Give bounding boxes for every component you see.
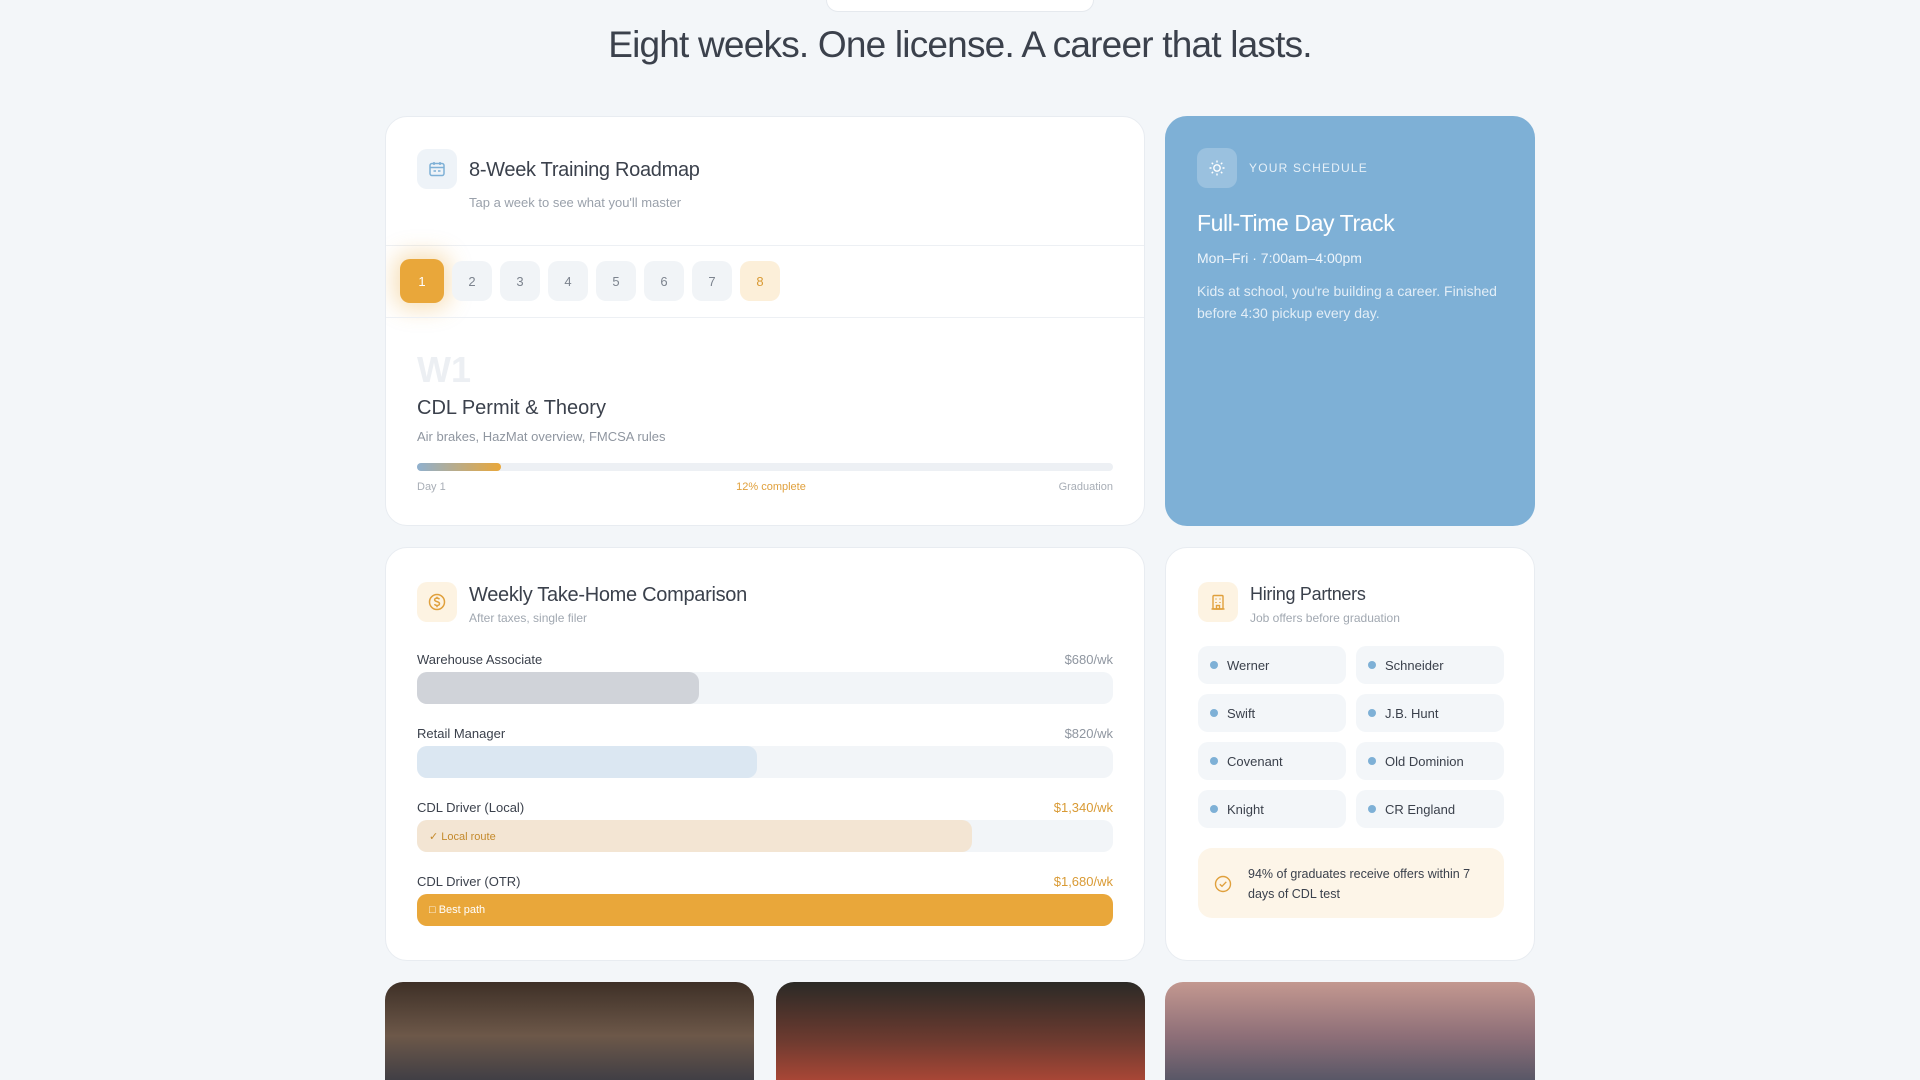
- local-route-tag: ✓ Local route: [429, 830, 496, 843]
- week-selector: 1 2 3 4 5 6 7 8: [400, 259, 780, 303]
- week-2-button[interactable]: 2: [452, 261, 492, 301]
- partner-name: Werner: [1227, 657, 1270, 673]
- schedule-card: YOUR SCHEDULE Full-Time Day Track Mon–Fr…: [1165, 116, 1535, 526]
- partner-chip[interactable]: Werner: [1198, 646, 1346, 684]
- pay-row-name: Warehouse Associate: [417, 652, 543, 667]
- week-description: Air brakes, HazMat overview, FMCSA rules: [417, 429, 666, 444]
- landscape-photo: [1165, 982, 1535, 1080]
- partner-name: Swift: [1227, 705, 1256, 721]
- divider: [386, 245, 1144, 246]
- partner-name: Knight: [1227, 801, 1264, 817]
- partner-name: Old Dominion: [1385, 753, 1464, 769]
- pay-bar: [417, 672, 699, 704]
- roadmap-title: 8-Week Training Roadmap: [469, 159, 700, 181]
- week-3-button[interactable]: 3: [500, 261, 540, 301]
- graduate-photo: [385, 982, 754, 1080]
- sun-icon: [1197, 148, 1237, 188]
- calendar-icon: [417, 149, 457, 189]
- pay-row-name: Retail Manager: [417, 726, 506, 741]
- week-6-button[interactable]: 6: [644, 261, 684, 301]
- pay-row-amount: $1,680/wk: [1053, 874, 1113, 889]
- building-icon: [1198, 582, 1238, 622]
- dot-icon: [1368, 805, 1376, 813]
- partners-title: Hiring Partners: [1250, 584, 1366, 604]
- partner-name: Covenant: [1227, 753, 1283, 769]
- week-8-button[interactable]: 8: [740, 261, 780, 301]
- pay-row-amount: $680/wk: [1064, 652, 1113, 667]
- partners-subtitle: Job offers before graduation: [1250, 611, 1400, 625]
- schedule-kicker: YOUR SCHEDULE: [1249, 161, 1368, 175]
- pay-bar-track: □ Best path: [417, 894, 1113, 926]
- partner-name: Schneider: [1385, 657, 1444, 673]
- progress-percent-label: 12% complete: [736, 481, 806, 493]
- check-circle-icon: [1214, 875, 1232, 898]
- offer-stat-box: 94% of graduates receive offers within 7…: [1198, 848, 1504, 918]
- partner-chip[interactable]: Schneider: [1356, 646, 1504, 684]
- schedule-title: Full-Time Day Track: [1197, 210, 1395, 236]
- progress-fill: [417, 463, 501, 471]
- pay-row-name: CDL Driver (OTR): [417, 874, 521, 889]
- dot-icon: [1368, 709, 1376, 717]
- partner-chip[interactable]: Knight: [1198, 790, 1346, 828]
- roadmap-subtitle: Tap a week to see what you'll master: [469, 195, 682, 210]
- dot-icon: [1210, 805, 1218, 813]
- pay-bar: ✓ Local route: [417, 820, 973, 852]
- pay-row-warehouse: Warehouse Associate $680/wk: [417, 652, 1113, 712]
- pay-row-name: CDL Driver (Local): [417, 800, 525, 815]
- hiring-partners-card: Hiring Partners Job offers before gradua…: [1165, 547, 1535, 961]
- pay-subtitle: After taxes, single filer: [469, 611, 588, 625]
- dollar-icon: [417, 582, 457, 622]
- best-path-tag: □ Best path: [429, 904, 486, 916]
- pay-bar-track: [417, 746, 1113, 778]
- pay-bar: [417, 746, 757, 778]
- progress-end-label: Graduation: [1058, 481, 1113, 493]
- divider: [386, 317, 1144, 318]
- pay-row-retail: Retail Manager $820/wk: [417, 726, 1113, 786]
- pay-row-cdl-otr: CDL Driver (OTR) $1,680/wk □ Best path: [417, 874, 1113, 934]
- dot-icon: [1210, 661, 1218, 669]
- schedule-time: Mon–Fri · 7:00am–4:00pm: [1197, 250, 1362, 266]
- dot-icon: [1368, 757, 1376, 765]
- pay-bar-track: ✓ Local route: [417, 820, 1113, 852]
- schedule-description: Kids at school, you're building a career…: [1197, 283, 1497, 321]
- pay-row-cdl-local: CDL Driver (Local) $1,340/wk ✓ Local rou…: [417, 800, 1113, 860]
- pay-title: Weekly Take-Home Comparison: [469, 584, 747, 606]
- pay-row-amount: $1,340/wk: [1053, 800, 1113, 815]
- dot-icon: [1210, 757, 1218, 765]
- partner-name: J.B. Hunt: [1385, 705, 1439, 721]
- pay-bar-track: [417, 672, 1113, 704]
- week-1-button[interactable]: 1: [400, 259, 444, 303]
- partner-chip[interactable]: Swift: [1198, 694, 1346, 732]
- pay-comparison-card: Weekly Take-Home Comparison After taxes,…: [385, 547, 1145, 961]
- dot-icon: [1210, 709, 1218, 717]
- truck-photo: [776, 982, 1145, 1080]
- week-7-button[interactable]: 7: [692, 261, 732, 301]
- top-tab[interactable]: [826, 0, 1094, 12]
- partner-chip[interactable]: Covenant: [1198, 742, 1346, 780]
- partner-chip[interactable]: Old Dominion: [1356, 742, 1504, 780]
- week-5-button[interactable]: 5: [596, 261, 636, 301]
- week-4-button[interactable]: 4: [548, 261, 588, 301]
- partner-name: CR England: [1385, 801, 1456, 817]
- partner-chip[interactable]: CR England: [1356, 790, 1504, 828]
- week-title: CDL Permit & Theory: [417, 397, 606, 419]
- hero-title: Eight weeks. One license. A career that …: [608, 24, 1312, 65]
- offer-text: 94% of graduates receive offers within 7…: [1248, 867, 1471, 901]
- training-roadmap-card: 8-Week Training Roadmap Tap a week to se…: [385, 116, 1145, 526]
- partner-chip[interactable]: J.B. Hunt: [1356, 694, 1504, 732]
- progress-bar: [417, 463, 1113, 471]
- pay-row-amount: $820/wk: [1064, 726, 1113, 741]
- dot-icon: [1368, 661, 1376, 669]
- pay-bar: □ Best path: [417, 894, 1113, 926]
- week-code: W1: [417, 349, 471, 390]
- partner-grid: Werner Schneider Swift J.B. Hunt Covenan…: [1198, 646, 1504, 828]
